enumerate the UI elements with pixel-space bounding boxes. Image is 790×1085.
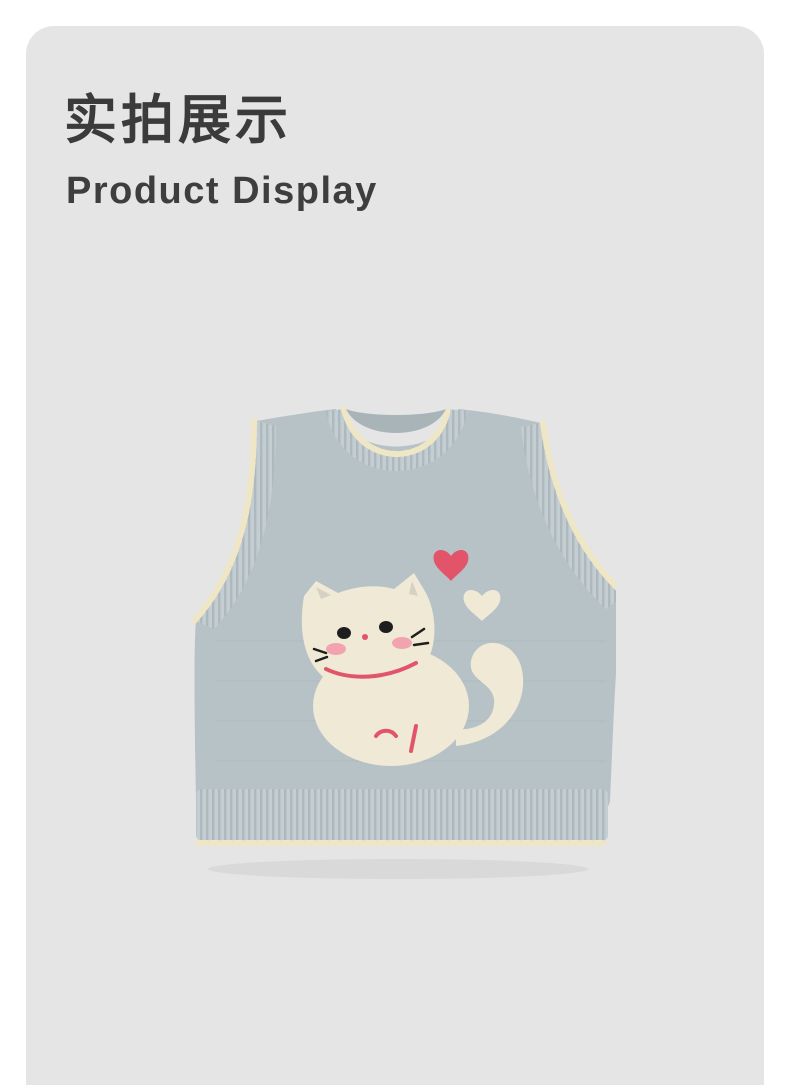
cat-eye-right	[379, 621, 393, 633]
shadow	[208, 859, 588, 879]
product-display-section: 实拍展示 Product Display	[26, 26, 764, 1085]
section-subtitle: Product Display	[66, 170, 378, 212]
cat-nose	[362, 634, 368, 640]
neckline-back	[346, 409, 446, 433]
hem-rib	[196, 789, 608, 841]
section-title: 实拍展示	[64, 90, 292, 151]
product-photo	[176, 381, 629, 881]
cat-cheek-right	[392, 637, 412, 649]
cat-eye-left	[337, 627, 351, 639]
cat-cheek-left	[326, 643, 346, 655]
knit-vest-image	[191, 406, 629, 879]
